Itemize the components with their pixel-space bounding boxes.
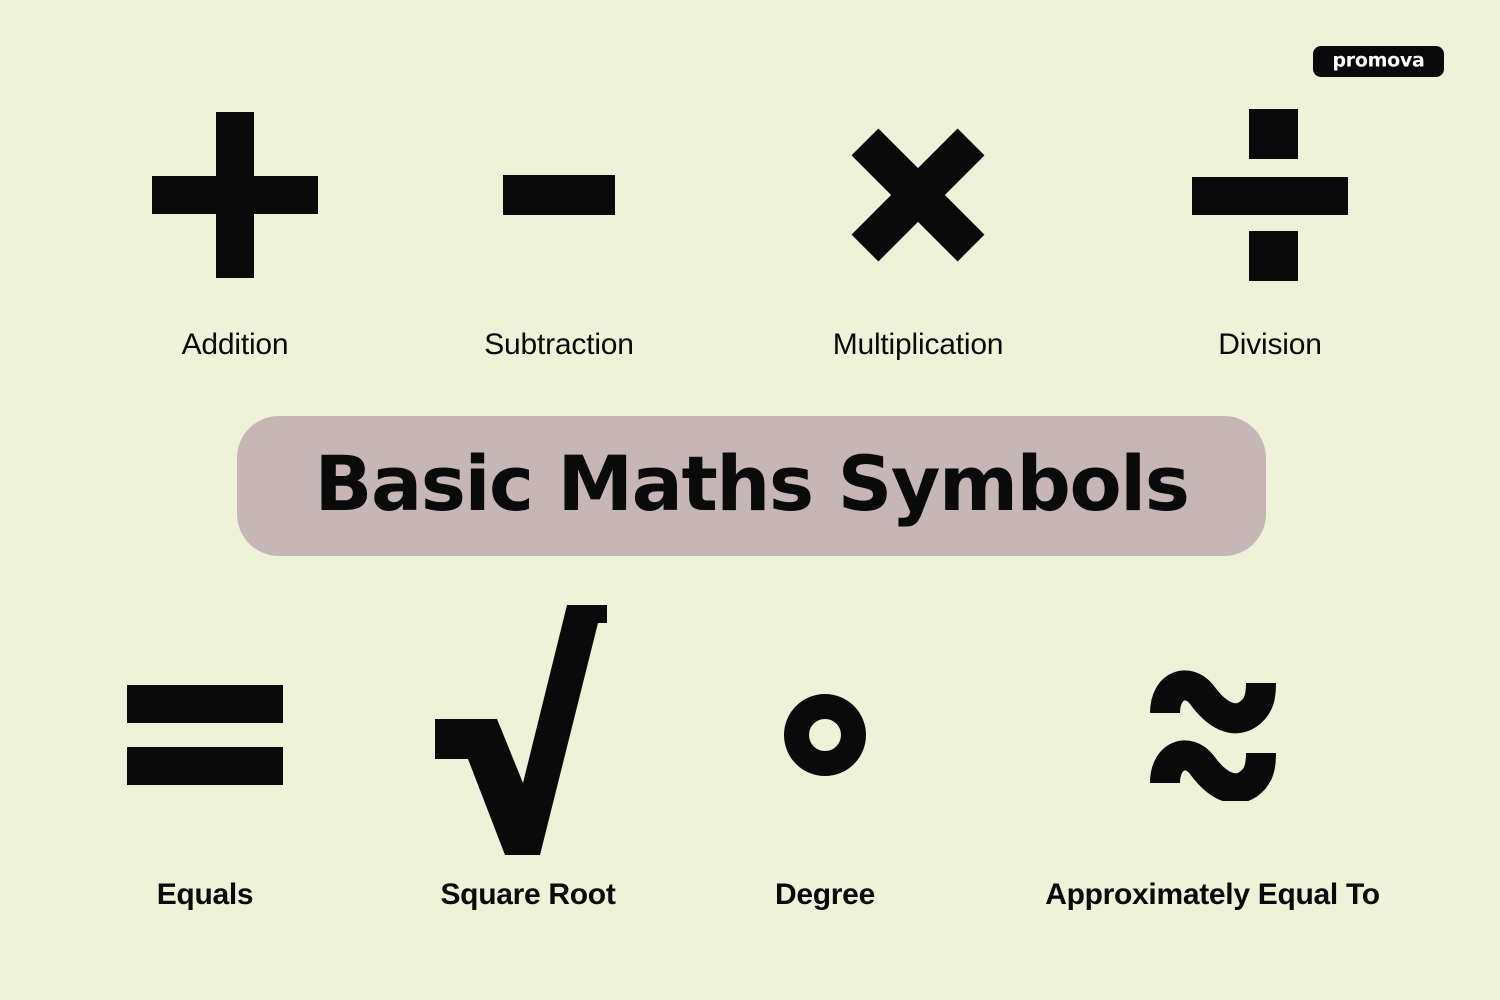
- subtraction-glyph: [399, 100, 719, 290]
- symbol-card-addition: Addition: [75, 100, 395, 370]
- division-glyph: [1110, 100, 1430, 290]
- symbol-label-square-root: Square Root: [440, 878, 616, 911]
- multiply-icon: [843, 120, 993, 270]
- minus-icon: [503, 175, 615, 215]
- equals-icon: [127, 685, 283, 785]
- divide-icon: [1192, 109, 1348, 281]
- square-root-glyph: [368, 600, 688, 860]
- multiplication-glyph: [758, 100, 1078, 290]
- symbol-label-equals: Equals: [156, 878, 254, 911]
- approximately-equal-icon: [1149, 665, 1276, 801]
- symbol-label-degree: Degree: [775, 878, 875, 911]
- symbol-card-multiplication: Multiplication: [758, 100, 1078, 370]
- degree-icon: [784, 694, 866, 776]
- symbol-label-multiplication: Multiplication: [832, 328, 1004, 361]
- symbol-card-square-root: Square Root: [368, 600, 688, 920]
- degree-glyph: [665, 610, 985, 860]
- symbol-label-approximately-equal: Approximately Equal To: [1045, 878, 1380, 911]
- symbol-card-division: Division: [1110, 100, 1430, 370]
- symbol-card-degree: Degree: [665, 610, 985, 920]
- poster-canvas: promova Addition Subtraction Multiplicat…: [0, 0, 1500, 1000]
- symbol-card-subtraction: Subtraction: [399, 100, 719, 370]
- symbol-card-approximately-equal: Approximately Equal To: [1040, 605, 1385, 920]
- plus-icon: [152, 112, 318, 278]
- symbol-card-equals: Equals: [45, 610, 365, 920]
- symbol-label-addition: Addition: [181, 328, 289, 361]
- symbol-label-subtraction: Subtraction: [484, 328, 634, 361]
- title-banner: Basic Maths Symbols: [237, 416, 1266, 556]
- promova-logo: promova: [1313, 46, 1444, 77]
- page-title: Basic Maths Symbols: [314, 439, 1190, 528]
- brand-wordmark: promova: [1332, 49, 1425, 72]
- addition-glyph: [75, 100, 395, 290]
- approximately-equal-glyph: [1040, 605, 1385, 860]
- symbol-label-division: Division: [1218, 328, 1322, 361]
- equals-glyph: [45, 610, 365, 860]
- square-root-icon: [435, 605, 621, 855]
